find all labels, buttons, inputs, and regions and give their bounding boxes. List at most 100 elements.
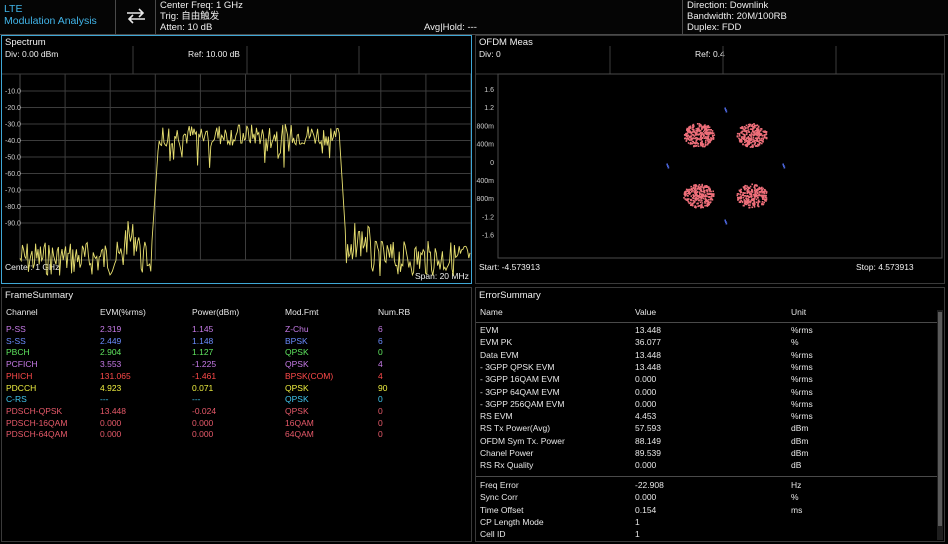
cell-unit: %rms xyxy=(791,398,813,409)
cell-value: 0.000 xyxy=(635,398,657,409)
scrollbar-thumb[interactable] xyxy=(938,312,942,526)
constellation-point xyxy=(694,193,697,195)
constellation-point xyxy=(765,192,768,194)
constellation-point xyxy=(686,194,689,197)
constellation-point xyxy=(692,129,695,131)
constellation-point xyxy=(704,197,707,199)
cell-unit: Hz xyxy=(791,480,802,490)
ofdm-panel[interactable]: OFDM Meas Div: 0 Ref: 0.4 Start: -4.5739… xyxy=(475,35,945,284)
y-tick-label: -60.0 xyxy=(5,171,21,178)
constellation-point xyxy=(753,139,756,142)
table-row: EVM PK 36.077% xyxy=(476,337,942,349)
cell-rb: 4 xyxy=(378,370,383,381)
atten-label[interactable]: Atten: 10 dB xyxy=(160,22,212,34)
divider xyxy=(155,0,156,34)
spectrum-plot[interactable]: -10.0 -20.0 -30.0 -40.0 -50.0 -60.0 -70.0 -80.0… xyxy=(2,36,471,283)
constellation-point xyxy=(750,141,753,144)
avg-hold-label[interactable]: Avg|Hold: --- xyxy=(424,22,477,34)
cell-evm: 2.319 xyxy=(100,324,122,334)
constellation-point xyxy=(762,196,764,199)
swap-icon[interactable] xyxy=(123,6,149,26)
constellation-point xyxy=(710,195,713,198)
constellation-point xyxy=(696,188,699,190)
cell-channel: PBCH xyxy=(6,347,30,358)
constellation-point xyxy=(713,193,715,195)
y-tick-label: -50.0 xyxy=(5,155,21,162)
constellation-point xyxy=(753,201,756,203)
constellation-point xyxy=(687,142,690,144)
constellation-point xyxy=(742,192,744,194)
cell-name: RS Tx Power(Avg) xyxy=(480,423,551,434)
constellation-point xyxy=(709,131,712,133)
constellation-point xyxy=(749,185,752,188)
cell-channel: C-RS xyxy=(6,394,27,405)
table-row: - 3GPP 64QAM EVM 0.000 %rms xyxy=(476,387,942,399)
cell-name: - 3GPP 16QAM EVM xyxy=(480,374,560,385)
constellation-point xyxy=(748,206,751,209)
constellation-plot[interactable]: 1.6 1.2 800m 400m 0 -400m -800m -1.2 -1.6 xyxy=(476,36,944,283)
constellation-point xyxy=(758,193,760,196)
cell-rb: 0 xyxy=(378,417,383,428)
center-freq-label[interactable]: Center Freq: 1 GHz xyxy=(160,0,243,12)
table-row: Data EVM 13.448 %rms xyxy=(476,350,942,362)
constellation-point xyxy=(686,132,689,135)
divider xyxy=(476,476,938,477)
duplex-label[interactable]: Duplex: FDD xyxy=(687,22,741,34)
y-tick-label: -1.6 xyxy=(482,233,494,240)
constellation-point xyxy=(761,142,763,145)
constellation-point xyxy=(738,134,741,137)
cell-power: 1.148 xyxy=(192,335,214,346)
constellation-point xyxy=(683,193,686,196)
cell-name: EVM xyxy=(480,325,499,335)
constellation-point xyxy=(747,187,750,190)
pilot-point xyxy=(725,110,728,113)
cell-value: 4.453 xyxy=(635,411,657,422)
constellation-point xyxy=(746,189,749,191)
constellation-point xyxy=(704,124,706,126)
constellation-point xyxy=(746,191,749,194)
y-tick-label: -80.0 xyxy=(5,204,21,211)
bandwidth-label[interactable]: Bandwidth: 20M/100RB xyxy=(687,11,787,23)
y-tick-label: -40.0 xyxy=(5,138,21,145)
constellation-point xyxy=(691,191,693,193)
cell-power: -0.024 xyxy=(192,405,217,416)
trig-label[interactable]: Trig: 自由触发 xyxy=(160,11,219,23)
constellation-point xyxy=(764,131,766,133)
cell-evm: 0.000 xyxy=(100,417,122,428)
constellation-point xyxy=(708,198,710,201)
constellation-point xyxy=(685,135,688,138)
cell-channel: PDSCH-QPSK xyxy=(6,405,63,416)
table-row: OFDM Sym Tx. Power 88.149 dBm xyxy=(476,436,942,448)
constellation-point xyxy=(761,135,764,137)
constellation-point xyxy=(697,127,700,130)
constellation-point xyxy=(755,124,757,127)
cell-mod: 64QAM xyxy=(285,429,314,440)
constellation-point xyxy=(752,138,755,140)
constellation-point xyxy=(702,194,705,196)
app-title[interactable]: LTE Modulation Analysis xyxy=(4,3,97,27)
constellation-point xyxy=(742,196,745,199)
constellation-point xyxy=(684,134,686,136)
cell-name: CP Length Mode xyxy=(480,516,544,527)
table-row: - 3GPP QPSK EVM 13.448 %rms xyxy=(476,362,942,374)
constellation-point xyxy=(704,141,707,144)
constellation-point xyxy=(765,131,768,133)
constellation-point xyxy=(699,201,702,203)
cell-name: Cell ID xyxy=(480,529,506,540)
scrollbar[interactable] xyxy=(937,310,943,540)
spectrum-panel[interactable]: Spectrum Div: 0.00 dBm Ref: 10.00 dB Cen… xyxy=(1,35,472,284)
constellation-point xyxy=(748,131,750,133)
cell-rb: 0 xyxy=(378,394,383,405)
constellation-point xyxy=(744,192,746,194)
constellation-point xyxy=(759,190,762,193)
constellation-point xyxy=(697,143,700,145)
constellation-point xyxy=(754,188,756,190)
direction-label[interactable]: Direction: Downlink xyxy=(687,0,768,12)
cell-rb: 0 xyxy=(378,405,383,416)
constellation-point xyxy=(694,134,697,136)
cell-unit: % xyxy=(791,492,799,503)
constellation-point xyxy=(754,195,757,198)
constellation-point xyxy=(756,132,758,135)
cell-value: 13.448 xyxy=(635,325,661,335)
constellation-point xyxy=(743,188,746,190)
